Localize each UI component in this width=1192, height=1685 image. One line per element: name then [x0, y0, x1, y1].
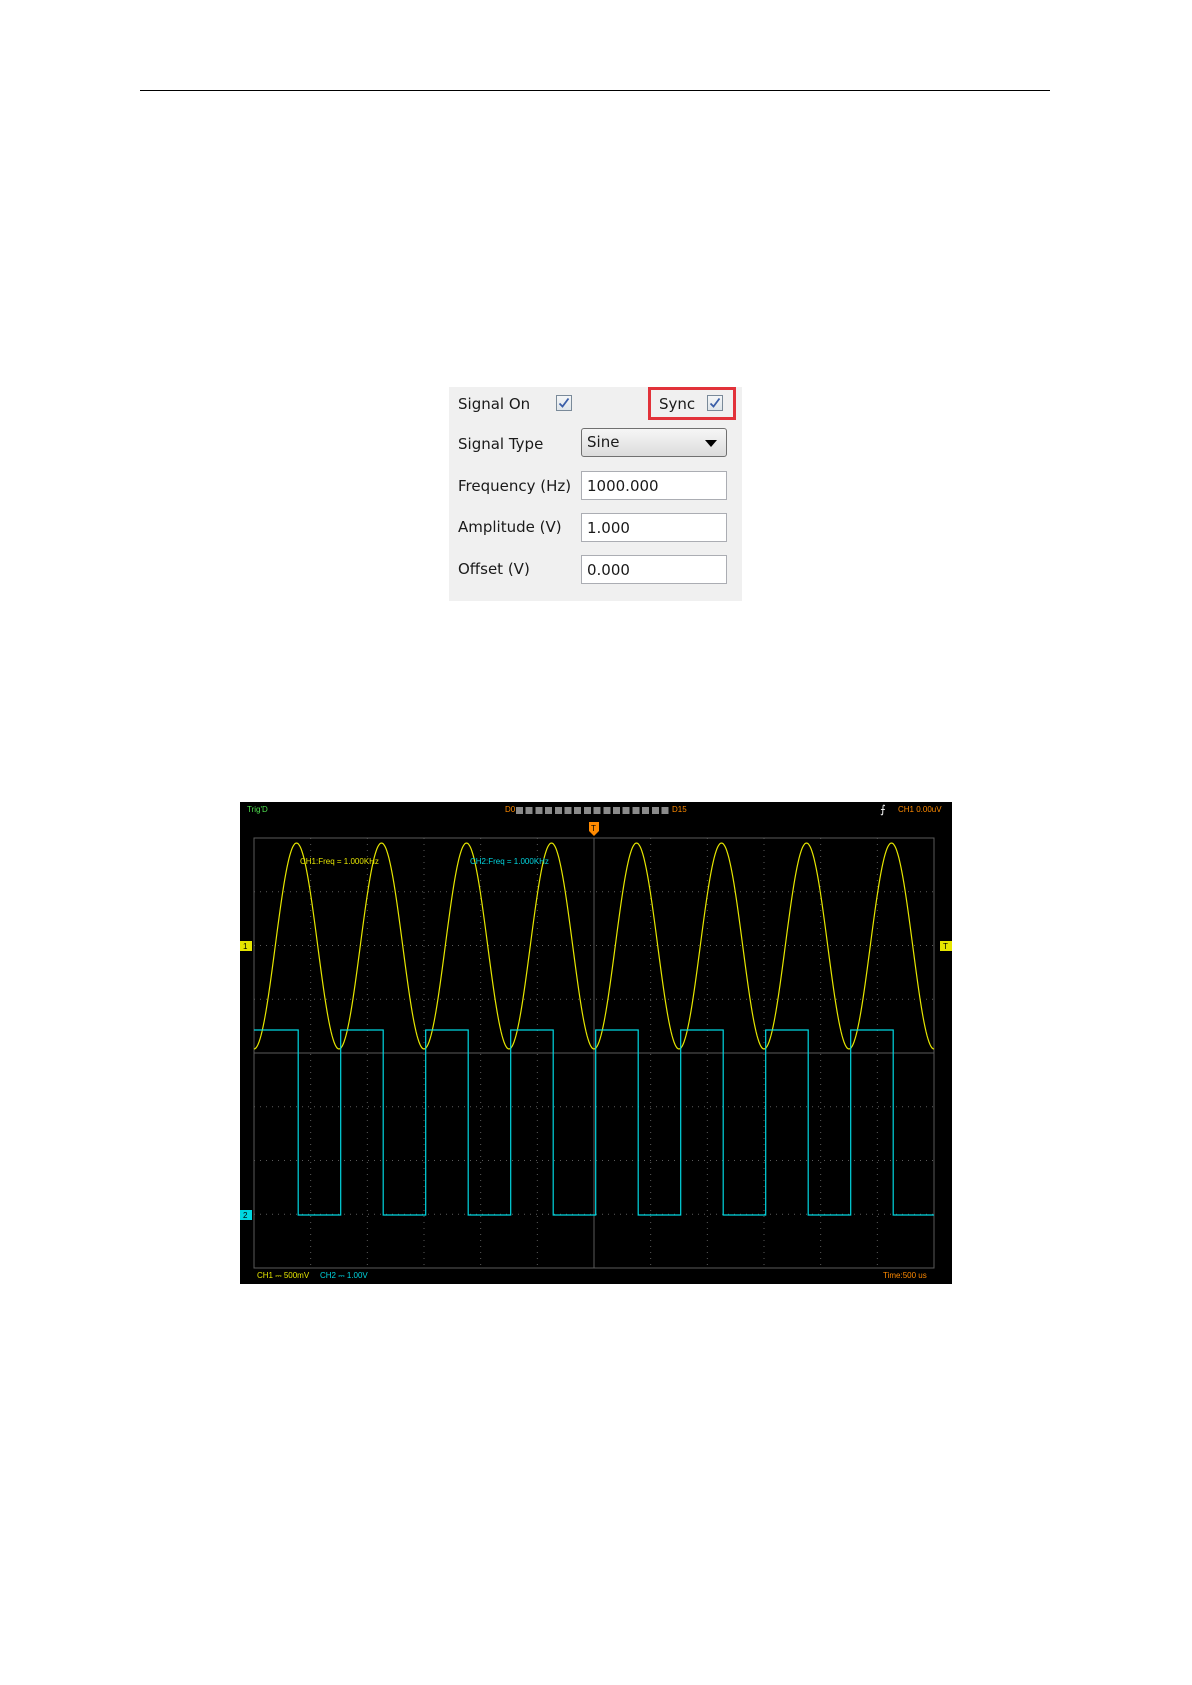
waveform-display: 1 2 T T	[240, 822, 952, 1269]
offset-label: Offset (V)	[458, 560, 530, 578]
frequency-input[interactable]	[581, 471, 727, 500]
signal-settings-panel: Signal On Sync Signal Type Sine Frequenc…	[449, 387, 742, 601]
signal-type-label: Signal Type	[458, 435, 544, 453]
timebase-readout: Time:500 us	[883, 1271, 927, 1280]
graticule	[254, 838, 934, 1268]
sync-highlight: Sync	[648, 387, 736, 420]
check-icon	[709, 397, 721, 408]
ch1-marker-label: 1	[243, 942, 248, 951]
page-header-rule	[140, 90, 1050, 91]
signal-type-select[interactable]: Sine	[581, 428, 727, 457]
amplitude-input[interactable]	[581, 513, 727, 542]
offset-input[interactable]	[581, 555, 727, 584]
oscilloscope-screen: Trig'D D0 D15 ⨍ CH1 0.00uV 1 2 T T CH1:F…	[240, 802, 952, 1284]
ch2-scale: CH2 ⎓ 1.00V	[320, 1271, 368, 1280]
chevron-down-icon	[705, 440, 717, 447]
trigger-level-label: T	[943, 942, 948, 951]
amplitude-label: Amplitude (V)	[458, 518, 562, 536]
check-icon	[558, 397, 570, 408]
ch1-frequency-readout: CH1:Freq = 1.000KHz	[300, 857, 379, 866]
signal-on-checkbox[interactable]	[556, 395, 572, 411]
signal-on-label: Signal On	[458, 395, 531, 413]
frequency-label: Frequency (Hz)	[458, 477, 572, 495]
signal-type-value: Sine	[587, 433, 620, 451]
ch1-scale: CH1 ⎓ 500mV	[257, 1271, 310, 1280]
sync-label: Sync	[659, 395, 696, 413]
ch2-frequency-readout: CH2:Freq = 1.000KHz	[470, 857, 549, 866]
ch2-marker-label: 2	[243, 1211, 248, 1220]
sync-checkbox[interactable]	[707, 395, 723, 411]
trigger-position-label: T	[591, 824, 596, 833]
